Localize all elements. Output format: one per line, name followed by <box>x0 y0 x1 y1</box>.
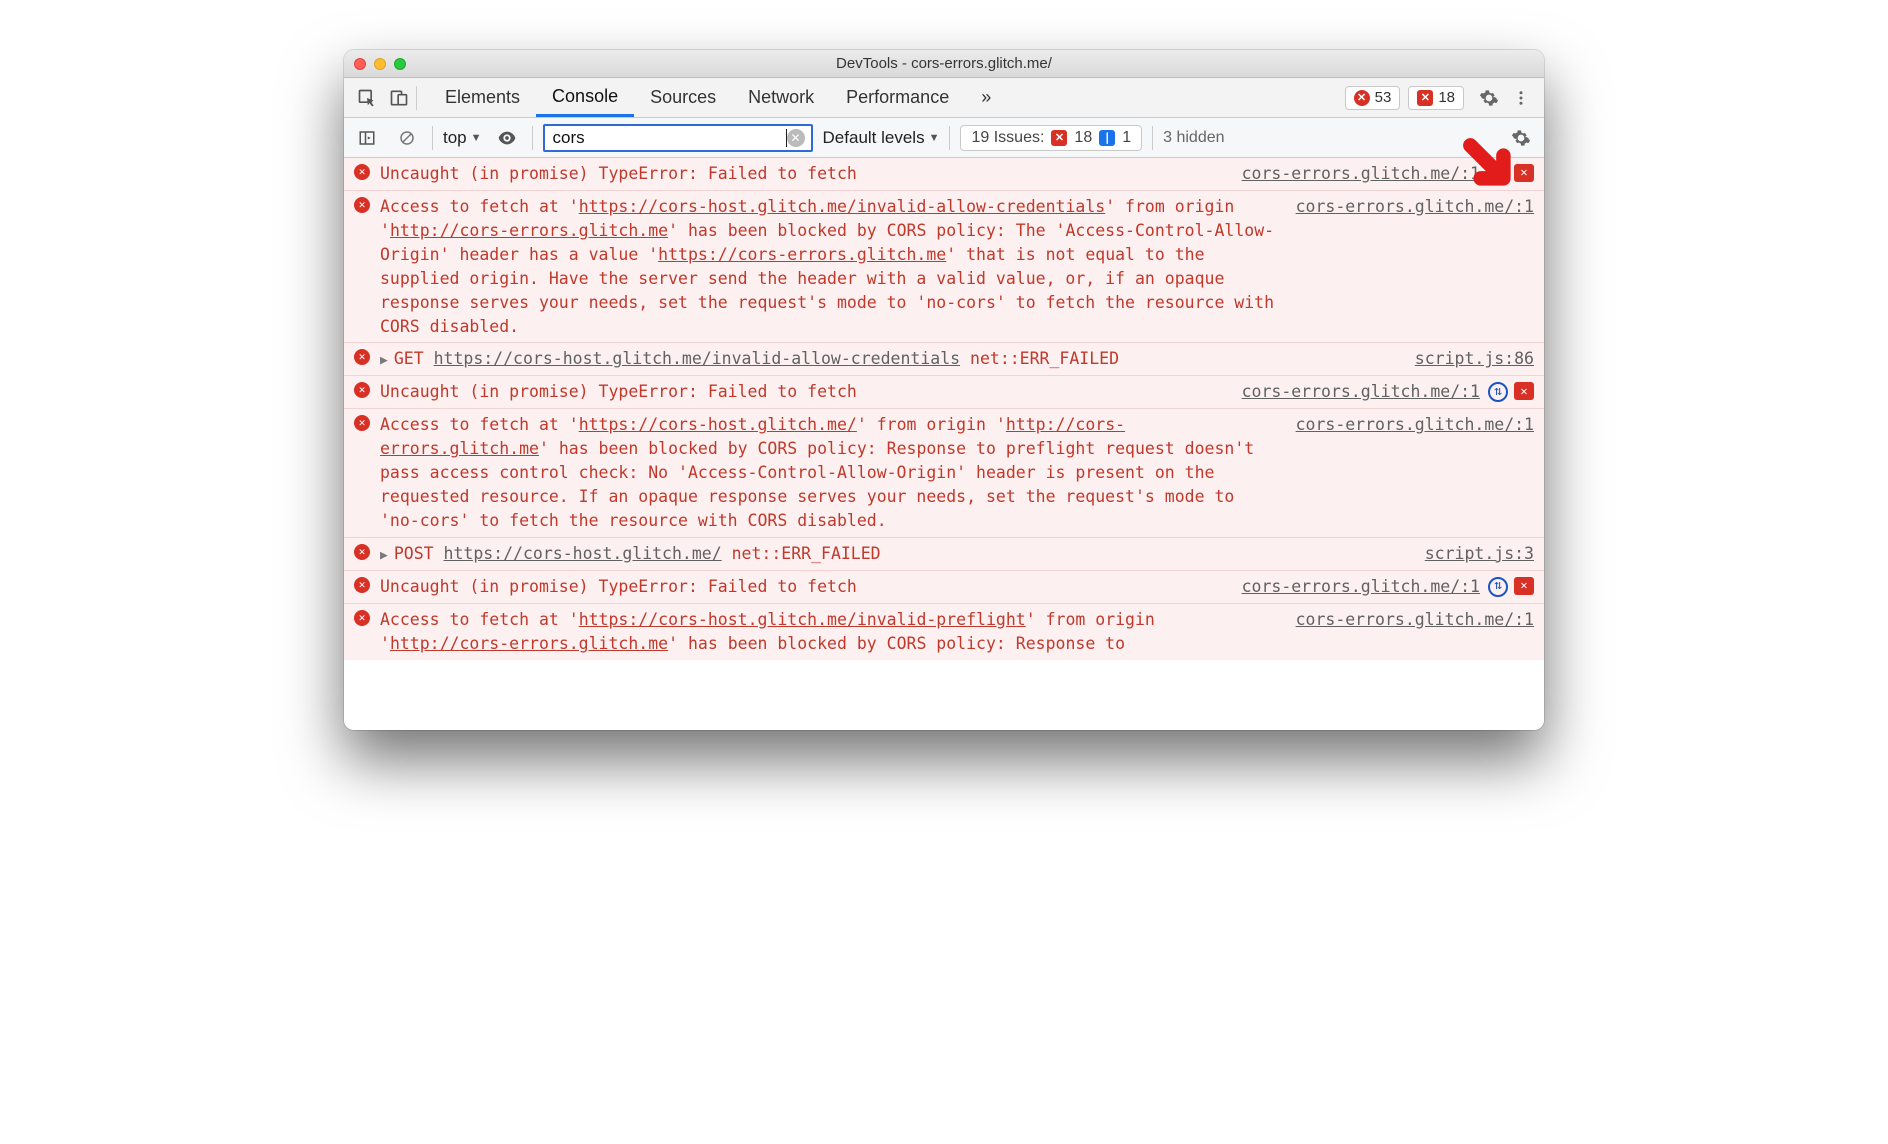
console-toolbar: top ▼ cors ✕ Default levels ▼ 19 Issues:… <box>344 118 1544 158</box>
annotation-arrow-icon <box>1460 135 1522 197</box>
maximize-window-button[interactable] <box>394 58 406 70</box>
error-message: Access to fetch at 'https://cors-host.gl… <box>380 608 1282 656</box>
divider <box>532 126 533 150</box>
console-error-row[interactable]: ✕ Access to fetch at 'https://cors-host.… <box>344 604 1544 660</box>
device-toolbar-icon[interactable] <box>384 83 414 113</box>
console-error-row[interactable]: ✕ Uncaught (in promise) TypeError: Faile… <box>344 158 1544 191</box>
url-link[interactable]: https://cors-host.glitch.me/ <box>444 544 722 563</box>
url-link[interactable]: https://cors-host.glitch.me/invalid-pref… <box>579 610 1026 629</box>
issue-info-icon: ❘ <box>1099 130 1115 146</box>
source-link[interactable]: cors-errors.glitch.me/:1 <box>1242 380 1480 404</box>
issue-icon: ✕ <box>1417 90 1433 106</box>
error-icon: ✕ <box>354 610 372 656</box>
url-link[interactable]: https://cors-host.glitch.me/ <box>579 415 857 434</box>
issue-error-icon: ✕ <box>1051 130 1067 146</box>
traffic-lights <box>354 58 406 70</box>
close-window-button[interactable] <box>354 58 366 70</box>
issues-summary[interactable]: 19 Issues: ✕ 18 ❘ 1 <box>960 125 1142 151</box>
divider <box>416 86 417 110</box>
filter-input[interactable]: cors ✕ <box>543 124 813 152</box>
divider <box>1152 126 1153 150</box>
console-error-row[interactable]: ✕ ▶POST https://cors-host.glitch.me/ net… <box>344 538 1544 571</box>
error-message: Uncaught (in promise) TypeError: Failed … <box>380 575 1228 599</box>
error-message: Access to fetch at 'https://cors-host.gl… <box>380 413 1282 533</box>
source-link[interactable]: script.js:86 <box>1415 347 1534 371</box>
source-link[interactable]: cors-errors.glitch.me/:1 <box>1296 195 1534 339</box>
issue-link-icon[interactable]: ✕ <box>1514 382 1534 400</box>
console-error-row[interactable]: ✕ ▶GET https://cors-host.glitch.me/inval… <box>344 343 1544 376</box>
console-error-row[interactable]: ✕ Access to fetch at 'https://cors-host.… <box>344 191 1544 344</box>
tabs-more[interactable]: » <box>965 78 1007 117</box>
window-title: DevTools - cors-errors.glitch.me/ <box>344 55 1544 72</box>
error-message: ▶GET https://cors-host.glitch.me/invalid… <box>380 347 1401 371</box>
url-link[interactable]: https://cors-host.glitch.me/invalid-allo… <box>579 197 1106 216</box>
toggle-sidebar-icon[interactable] <box>352 123 382 153</box>
source-link[interactable]: cors-errors.glitch.me/:1 <box>1296 413 1534 533</box>
divider <box>432 126 433 150</box>
chevron-down-icon: ▼ <box>929 132 940 144</box>
devtools-window: DevTools - cors-errors.glitch.me/ Elemen… <box>344 50 1544 730</box>
url-link[interactable]: http://cors-errors.glitch.me <box>390 221 668 240</box>
error-icon: ✕ <box>1354 90 1370 106</box>
network-request-icon[interactable]: ⇅ <box>1488 382 1508 402</box>
issue-link-icon[interactable]: ✕ <box>1514 577 1534 595</box>
devtools-tabs: Elements Console Sources Network Perform… <box>344 78 1544 118</box>
tab-strip: Elements Console Sources Network Perform… <box>429 78 1007 117</box>
error-icon: ✕ <box>354 349 372 371</box>
live-expression-icon[interactable] <box>492 123 522 153</box>
issues-count-badge[interactable]: ✕ 18 <box>1408 86 1464 110</box>
log-levels-dropdown[interactable]: Default levels ▼ <box>823 128 940 148</box>
console-messages: ✕ Uncaught (in promise) TypeError: Faile… <box>344 158 1544 730</box>
error-count-badge[interactable]: ✕ 53 <box>1345 86 1401 110</box>
tab-sources[interactable]: Sources <box>634 78 732 117</box>
error-icon: ✕ <box>354 415 372 533</box>
source-link[interactable]: script.js:3 <box>1425 542 1534 566</box>
console-error-row[interactable]: ✕ Uncaught (in promise) TypeError: Faile… <box>344 571 1544 604</box>
issues-count: 18 <box>1438 89 1455 106</box>
chevron-down-icon: ▼ <box>471 132 482 144</box>
kebab-menu-icon[interactable] <box>1506 83 1536 113</box>
divider <box>949 126 950 150</box>
error-message: Access to fetch at 'https://cors-host.gl… <box>380 195 1282 339</box>
titlebar: DevTools - cors-errors.glitch.me/ <box>344 50 1544 78</box>
minimize-window-button[interactable] <box>374 58 386 70</box>
error-count: 53 <box>1375 89 1392 106</box>
context-selector[interactable]: top ▼ <box>443 128 482 148</box>
url-link[interactable]: http://cors-errors.glitch.me <box>390 634 668 653</box>
error-message: Uncaught (in promise) TypeError: Failed … <box>380 162 1228 186</box>
inspect-element-icon[interactable] <box>352 83 382 113</box>
expand-icon[interactable]: ▶ <box>380 548 388 563</box>
tab-console[interactable]: Console <box>536 78 634 117</box>
hidden-messages-label[interactable]: 3 hidden <box>1163 129 1224 147</box>
console-error-row[interactable]: ✕ Uncaught (in promise) TypeError: Faile… <box>344 376 1544 409</box>
tab-network[interactable]: Network <box>732 78 830 117</box>
error-message: Uncaught (in promise) TypeError: Failed … <box>380 380 1228 404</box>
source-link[interactable]: cors-errors.glitch.me/:1 <box>1242 575 1480 599</box>
source-link[interactable]: cors-errors.glitch.me/:1 <box>1242 162 1480 186</box>
error-message: ▶POST https://cors-host.glitch.me/ net::… <box>380 542 1411 566</box>
network-request-icon[interactable]: ⇅ <box>1488 577 1508 597</box>
error-icon: ✕ <box>354 164 372 186</box>
settings-gear-icon[interactable] <box>1474 83 1504 113</box>
url-link[interactable]: https://cors-errors.glitch.me <box>658 245 946 264</box>
error-icon: ✕ <box>354 382 372 404</box>
error-icon: ✕ <box>354 197 372 339</box>
source-link[interactable]: cors-errors.glitch.me/:1 <box>1296 608 1534 656</box>
tab-performance[interactable]: Performance <box>830 78 965 117</box>
expand-icon[interactable]: ▶ <box>380 353 388 368</box>
tab-elements[interactable]: Elements <box>429 78 536 117</box>
error-icon: ✕ <box>354 544 372 566</box>
console-error-row[interactable]: ✕ Access to fetch at 'https://cors-host.… <box>344 409 1544 538</box>
error-icon: ✕ <box>354 577 372 599</box>
url-link[interactable]: https://cors-host.glitch.me/invalid-allo… <box>434 349 961 368</box>
clear-filter-icon[interactable]: ✕ <box>787 129 805 147</box>
clear-console-icon[interactable] <box>392 123 422 153</box>
